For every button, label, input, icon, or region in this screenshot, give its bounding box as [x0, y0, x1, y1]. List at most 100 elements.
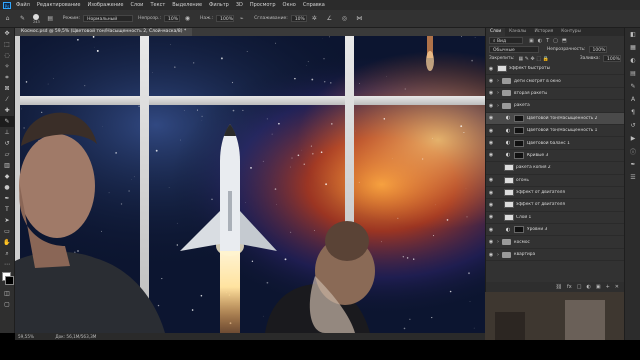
tab-channels[interactable]: Каналы — [505, 28, 530, 36]
layer-name[interactable]: космос — [514, 240, 530, 245]
layer-row[interactable]: ◉ › ракета — [486, 100, 624, 113]
tab-layers[interactable]: Слои — [486, 28, 506, 36]
menu-file[interactable]: Файл — [16, 2, 30, 8]
layer-mask-thumbnail[interactable] — [514, 226, 524, 234]
visibility-eye-icon[interactable]: ◉ — [486, 227, 496, 233]
layer-thumbnail[interactable] — [504, 201, 514, 209]
history-brush-tool-icon[interactable]: ↺ — [0, 138, 14, 149]
layer-row[interactable]: ◉ эффект быстроты — [486, 63, 624, 76]
blur-tool-icon[interactable]: ◆ — [0, 171, 14, 182]
layer-name[interactable]: квартира — [514, 252, 535, 257]
opacity-field[interactable]: 10% — [163, 15, 180, 22]
layer-row[interactable]: ◉ › вторая ракеты — [486, 88, 624, 101]
layer-mask-thumbnail[interactable] — [514, 114, 524, 122]
canvas[interactable] — [15, 36, 485, 333]
brush-tool-button-icon[interactable]: ✎ — [0, 116, 14, 127]
color-swatches[interactable] — [0, 270, 14, 288]
hand-tool-icon[interactable]: ✋ — [0, 237, 14, 248]
menu-filter[interactable]: Фильтр — [209, 2, 229, 8]
symmetry-icon[interactable]: ⋈ — [355, 14, 364, 23]
layer-name[interactable]: эффект быстроты — [509, 66, 550, 71]
menu-select[interactable]: Выделение — [172, 2, 202, 8]
actions-panel-icon[interactable]: ▶ — [625, 132, 640, 145]
visibility-eye-icon[interactable]: ◉ — [486, 66, 496, 72]
layer-name[interactable]: Уровни 3 — [527, 227, 547, 232]
layer-name[interactable]: огонь — [516, 178, 529, 183]
airbrush-icon[interactable]: ⌁ — [237, 14, 246, 23]
flow-field[interactable]: 100% — [216, 15, 235, 22]
path-select-tool-icon[interactable]: ➤ — [0, 215, 14, 226]
paths-panel-icon[interactable]: ✒ — [625, 158, 640, 171]
paragraph-panel-icon[interactable]: ¶ — [625, 106, 640, 119]
properties-panel-icon[interactable]: ▤ — [625, 67, 640, 80]
color-panel-icon[interactable]: ◧ — [625, 28, 640, 41]
layer-mask-thumbnail[interactable] — [514, 139, 524, 147]
filter-pixel-icon[interactable]: ▣ — [529, 38, 534, 44]
layer-row[interactable]: ◉ › квартира — [486, 249, 624, 262]
layer-name[interactable]: Цветовой тон/Насыщенность 2 — [527, 116, 597, 121]
type-tool-icon[interactable]: T — [0, 204, 14, 215]
visibility-eye-icon[interactable]: ◉ — [486, 128, 496, 134]
layer-name[interactable]: эффект от двигателя — [516, 190, 565, 195]
layer-row[interactable]: ◉ ◐ Цветовой тон/Насыщенность 1 — [486, 125, 624, 138]
adjustments-panel-icon[interactable]: ◐ — [625, 54, 640, 67]
menu-type[interactable]: Текст — [150, 2, 165, 8]
tab-paths[interactable]: Контуры — [557, 28, 585, 36]
trash-icon[interactable]: ✕ — [615, 284, 619, 290]
layer-name[interactable]: Цветовой тон/Насыщенность 1 — [527, 128, 597, 133]
angle-icon[interactable]: ∠ — [325, 14, 334, 23]
layer-row[interactable]: ◉ эффект от двигателя — [486, 187, 624, 200]
lasso-tool-icon[interactable]: ◌ — [0, 50, 14, 61]
visibility-eye-icon[interactable]: ◉ — [486, 115, 496, 121]
layer-mask-thumbnail[interactable] — [514, 151, 524, 159]
document-tab[interactable]: Космос.psd @ 59,5% (Цветовой тон/Насыщен… — [15, 28, 193, 36]
fx-icon[interactable]: fx — [567, 284, 572, 290]
filter-smart-icon[interactable]: ⬒ — [562, 38, 567, 44]
layer-thumbnail[interactable] — [504, 189, 514, 197]
visibility-eye-icon[interactable]: ◉ — [486, 140, 496, 146]
menu-edit[interactable]: Редактирование — [37, 2, 81, 8]
layer-name[interactable]: Цветовой баланс 1 — [527, 141, 570, 146]
shape-tool-icon[interactable]: ▭ — [0, 226, 14, 237]
visibility-eye-icon[interactable]: ◉ — [486, 190, 496, 196]
layer-filter-select[interactable]: ⌕ Вид — [489, 37, 523, 44]
dodge-tool-icon[interactable]: ● — [0, 182, 14, 193]
visibility-eye-icon[interactable]: ◉ — [486, 214, 496, 220]
marquee-tool-icon[interactable]: ⬚ — [0, 39, 14, 50]
layer-row[interactable]: ◉ › дети смотрят в окно — [486, 75, 624, 88]
home-icon[interactable]: ⌂ — [3, 14, 12, 23]
layer-row[interactable]: ◉ › космос — [486, 236, 624, 249]
info-panel-icon[interactable]: ⓘ — [625, 145, 640, 158]
pen-tool-icon[interactable]: ✒ — [0, 193, 14, 204]
layer-thumbnail[interactable] — [504, 176, 514, 184]
filter-adjust-icon[interactable]: ◐ — [538, 38, 542, 44]
smoothing-field[interactable]: 10% — [290, 15, 307, 22]
layer-row[interactable]: ◉ ◐ Кривые 3 — [486, 150, 624, 163]
pressure-opacity-icon[interactable]: ◉ — [183, 14, 192, 23]
layer-mask-thumbnail[interactable] — [514, 127, 524, 135]
quick-select-tool-icon[interactable]: ✧ — [0, 61, 14, 72]
menu-window[interactable]: Окно — [283, 2, 296, 8]
visibility-eye-icon[interactable]: ◉ — [486, 177, 496, 183]
visibility-eye-icon[interactable]: ◉ — [486, 78, 496, 84]
layer-row[interactable]: ◉ эффект от двигателя — [486, 199, 624, 212]
pressure-size-icon[interactable]: ◎ — [340, 14, 349, 23]
smoothing-settings-icon[interactable]: ✲ — [310, 14, 319, 23]
swatches-panel-icon[interactable]: ▦ — [625, 41, 640, 54]
fill-field[interactable]: 100% — [603, 55, 621, 62]
libraries-panel-icon[interactable]: ☰ — [625, 171, 640, 184]
menu-3d[interactable]: 3D — [236, 2, 243, 8]
layer-opacity-field[interactable]: 100% — [588, 46, 607, 53]
layer-thumbnail[interactable] — [497, 65, 507, 73]
zoom-level[interactable]: 59,55% — [18, 334, 34, 339]
menu-help[interactable]: Справка — [303, 2, 325, 8]
layer-row[interactable]: ракета копия 2 — [486, 162, 624, 175]
crop-tool-icon[interactable]: ⌗ — [0, 72, 14, 83]
stamp-tool-icon[interactable]: ⊥ — [0, 127, 14, 138]
visibility-eye-icon[interactable]: ◉ — [486, 90, 496, 96]
background-color-swatch[interactable] — [5, 276, 14, 285]
visibility-eye-icon[interactable]: ◉ — [486, 202, 496, 208]
layer-row[interactable]: ◉ Слой 1 — [486, 212, 624, 225]
brush-tool-icon[interactable]: ✎ — [18, 14, 27, 23]
healing-tool-icon[interactable]: ✚ — [0, 105, 14, 116]
